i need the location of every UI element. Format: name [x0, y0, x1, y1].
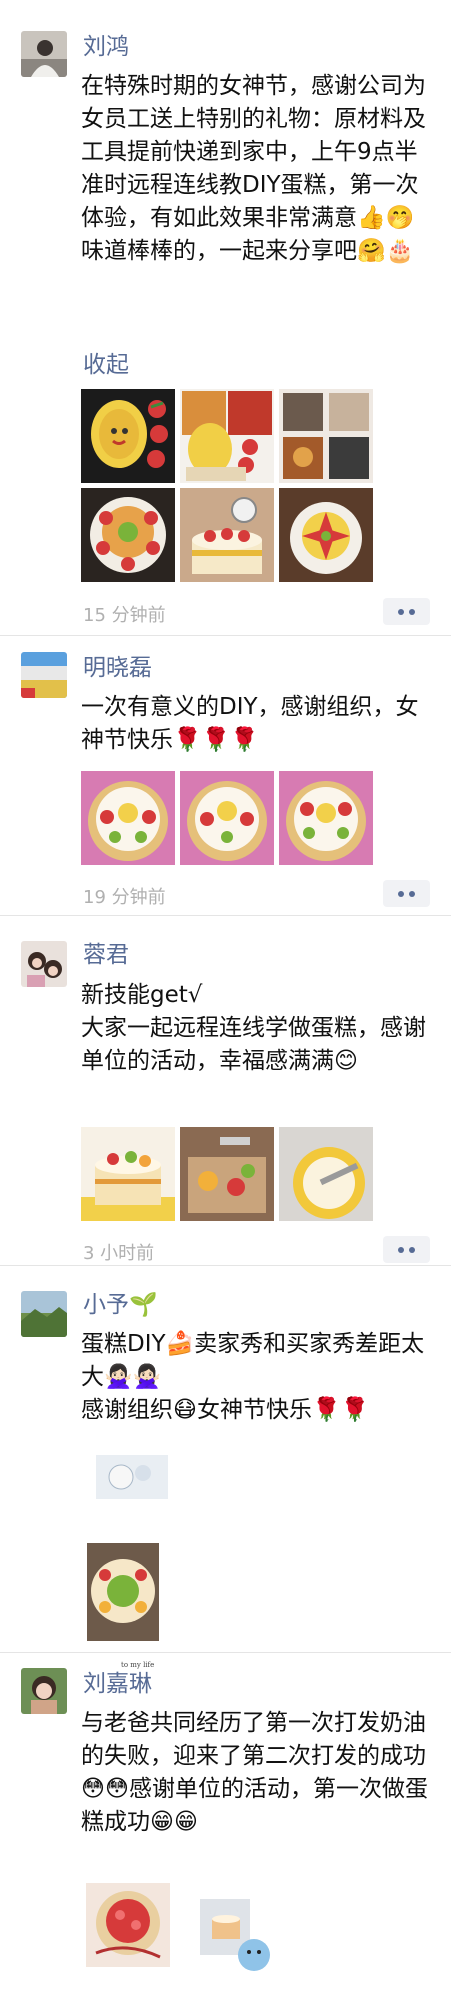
user-name[interactable]: 小予🌱: [83, 1291, 158, 1319]
moment-post: 小予🌱 蛋糕DIY🍰卖家秀和买家秀差距太大🙅🏻‍♀️🙅🏻‍♀️ 感谢组织😷女神节…: [0, 1266, 451, 1679]
cutting-fruit-icon: [180, 1127, 274, 1221]
moment-post: 明晓磊 一次有意义的DIY，感谢组织，女神节快乐🌹🌹🌹 19 分钟前: [0, 636, 451, 916]
post-time: 19 分钟前: [83, 887, 166, 908]
user-name[interactable]: 明晓磊: [83, 654, 152, 682]
more-dot-icon: [409, 891, 415, 897]
moment-post: 刘嘉琳 与老爸共同经历了第一次打发奶油的失败，迎来了第二次打发的成功😳😳感谢单位…: [0, 1653, 451, 2000]
cake-photo-icon: [81, 488, 175, 582]
seller-buyer-show-icon: to my life: [81, 1451, 176, 1679]
post-image[interactable]: [81, 1127, 175, 1221]
avatar-photo-icon: [21, 31, 67, 77]
cake-photo-icon: [180, 488, 274, 582]
avatar-photo-icon: [21, 941, 67, 987]
post-image[interactable]: to my life: [81, 1451, 176, 1679]
user-name[interactable]: 刘嘉琳: [83, 1670, 152, 1698]
post-image[interactable]: [81, 389, 175, 483]
cake-photo-icon: [81, 389, 175, 483]
fruit-cake-icon: [180, 771, 274, 865]
post-image[interactable]: [81, 771, 175, 865]
post-image[interactable]: [81, 488, 175, 582]
more-dot-icon: [398, 891, 404, 897]
cream-cake-icon: [279, 1127, 373, 1221]
avatar-photo-icon: [21, 1291, 67, 1337]
more-dot-icon: [398, 609, 404, 615]
post-image[interactable]: [180, 488, 274, 582]
post-image[interactable]: [86, 1883, 170, 1967]
moment-post: 蓉君 新技能get√ 大家一起远程连线学做蛋糕，感谢单位的活动，幸福感满满😊 3…: [0, 916, 451, 1264]
strawberry-cake-icon: [86, 1883, 170, 1967]
cake-photo-icon: [279, 488, 373, 582]
collapse-link[interactable]: 收起: [83, 345, 129, 379]
post-image[interactable]: [279, 771, 373, 865]
avatar-photo-icon: [21, 652, 67, 698]
more-button[interactable]: [383, 598, 430, 625]
moment-post: 刘鸿 在特殊时期的女神节，感谢公司为女员工送上特别的礼物：原材料及工具提前快递到…: [0, 0, 451, 640]
avatar[interactable]: [21, 1668, 67, 1714]
fruit-cake-icon: [279, 771, 373, 865]
user-name[interactable]: 刘鸿: [83, 33, 129, 61]
post-image[interactable]: [279, 488, 373, 582]
post-text: 新技能get√ 大家一起远程连线学做蛋糕，感谢单位的活动，幸福感满满😊: [81, 982, 426, 1074]
avatar-photo-icon: [21, 1668, 67, 1714]
post-image[interactable]: [279, 1127, 373, 1221]
post-image[interactable]: [198, 1897, 274, 1975]
more-button[interactable]: [383, 880, 430, 907]
post-text: 与老爸共同经历了第一次打发奶油的失败，迎来了第二次打发的成功😳😳感谢单位的活动，…: [81, 1710, 428, 1835]
avatar[interactable]: [21, 31, 67, 77]
cartoon-cake-sticker-icon: [198, 1897, 274, 1975]
post-text: 一次有意义的DIY，感谢组织，女神节快乐🌹🌹🌹: [81, 694, 419, 753]
post-text: 在特殊时期的女神节，感谢公司为女员工送上特别的礼物：原材料及工具提前快递到家中，…: [81, 73, 426, 264]
post-image[interactable]: [180, 771, 274, 865]
avatar[interactable]: [21, 652, 67, 698]
cake-photo-icon: [279, 389, 373, 483]
post-time: 15 分钟前: [83, 605, 166, 626]
post-image[interactable]: [180, 1127, 274, 1221]
more-dot-icon: [409, 609, 415, 615]
post-image[interactable]: [180, 389, 274, 483]
layer-cake-icon: [81, 1127, 175, 1221]
more-dot-icon: [398, 1247, 404, 1253]
fruit-cake-icon: [81, 771, 175, 865]
more-dot-icon: [409, 1247, 415, 1253]
post-text: 蛋糕DIY🍰卖家秀和买家秀差距太大🙅🏻‍♀️🙅🏻‍♀️ 感谢组织😷女神节快乐🌹🌹: [81, 1331, 425, 1423]
user-name[interactable]: 蓉君: [83, 941, 129, 969]
cake-photo-icon: [180, 389, 274, 483]
more-button[interactable]: [383, 1236, 430, 1263]
avatar[interactable]: [21, 1291, 67, 1337]
post-time: 3 小时前: [83, 1243, 155, 1264]
post-image[interactable]: [279, 389, 373, 483]
avatar[interactable]: [21, 941, 67, 987]
